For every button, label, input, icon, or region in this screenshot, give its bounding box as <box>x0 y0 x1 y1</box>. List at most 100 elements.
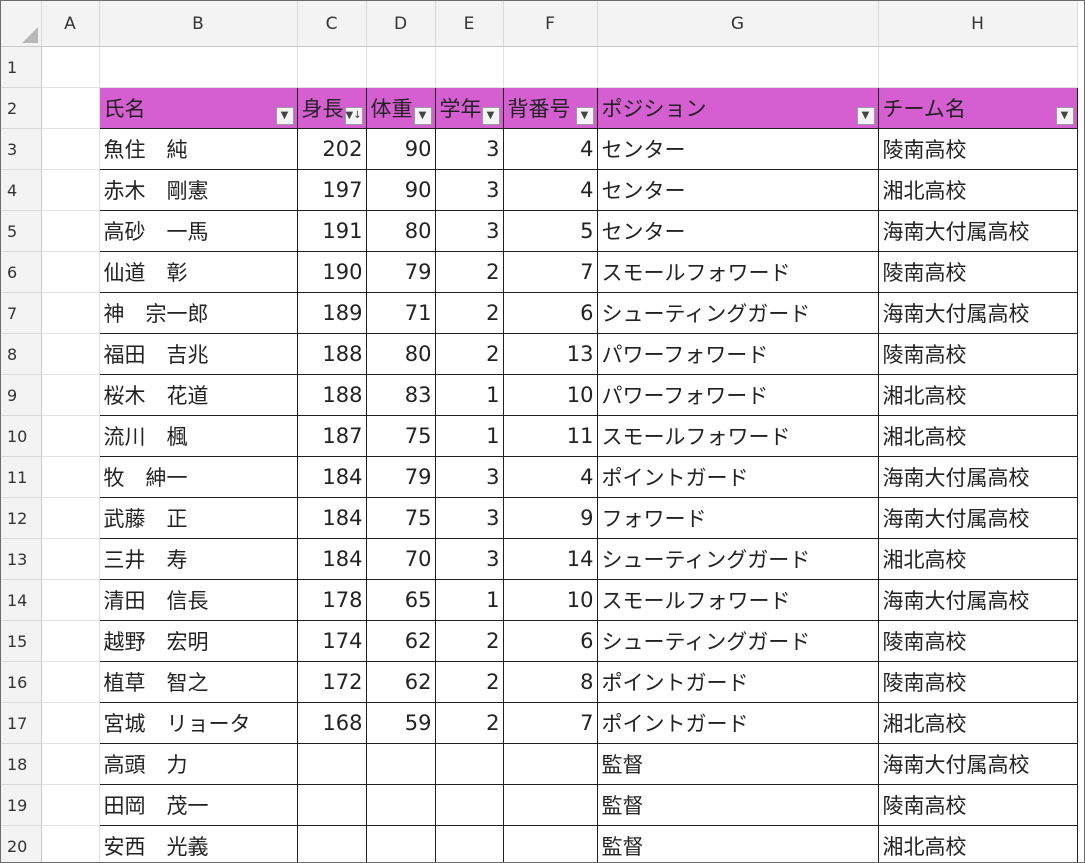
row-header[interactable]: 12 <box>1 497 42 539</box>
cell-name[interactable]: 田岡 茂一 <box>98 784 298 826</box>
cell-grade[interactable]: 3 <box>434 538 504 580</box>
row-header-1[interactable]: 1 <box>1 46 42 88</box>
filter-dropdown-icon[interactable]: ▼ <box>856 107 875 125</box>
cell-position[interactable]: スモールフォワード <box>596 415 879 457</box>
cell-column-a[interactable] <box>41 333 100 375</box>
cell-name[interactable]: 植草 智之 <box>98 661 298 703</box>
cell-name[interactable]: 高頭 力 <box>98 743 298 785</box>
filter-dropdown-icon[interactable]: ▼ <box>413 107 432 125</box>
filter-dropdown-icon[interactable]: ▼ <box>575 107 594 125</box>
cell-number[interactable]: 8 <box>502 661 598 703</box>
cell-column-a[interactable] <box>41 702 100 744</box>
filter-dropdown-icon[interactable]: ▼ <box>275 107 294 125</box>
cell-column-a[interactable] <box>41 169 100 211</box>
cell-position[interactable]: パワーフォワード <box>596 333 879 375</box>
cell-position[interactable]: 監督 <box>596 825 879 862</box>
column-header-a[interactable]: A <box>41 1 100 47</box>
cell-height[interactable]: 174 <box>296 620 367 662</box>
cell-column-a[interactable] <box>41 743 100 785</box>
cell-height[interactable]: 189 <box>296 292 367 334</box>
cell-position[interactable]: センター <box>596 169 879 211</box>
cell-team[interactable]: 湘北高校 <box>877 825 1078 862</box>
cell-number[interactable]: 6 <box>502 620 598 662</box>
cell-position[interactable]: フォワード <box>596 497 879 539</box>
cell-grade[interactable]: 3 <box>434 456 504 498</box>
cell-grade[interactable]: 2 <box>434 702 504 744</box>
cell-position[interactable]: シューティングガード <box>596 620 879 662</box>
cell-column-a[interactable] <box>41 456 100 498</box>
cell-weight[interactable] <box>365 743 436 785</box>
cell-team[interactable]: 陵南高校 <box>877 661 1078 703</box>
cell-column-a[interactable] <box>41 579 100 621</box>
header-cell-name[interactable]: 氏名 ▼ <box>98 87 298 129</box>
row-header[interactable]: 16 <box>1 661 42 703</box>
cell-team[interactable]: 湘北高校 <box>877 169 1078 211</box>
row-header[interactable]: 4 <box>1 169 42 211</box>
cell-weight[interactable]: 75 <box>365 415 436 457</box>
cell-height[interactable]: 191 <box>296 210 367 252</box>
cell-position[interactable]: 監督 <box>596 743 879 785</box>
cell-d1[interactable] <box>366 46 436 88</box>
column-header-e[interactable]: E <box>435 1 504 47</box>
cell-number[interactable]: 11 <box>502 415 598 457</box>
cell-grade[interactable]: 2 <box>434 251 504 293</box>
column-header-g[interactable]: G <box>597 1 879 47</box>
header-cell-height[interactable]: 身長 ▼↓ <box>296 87 367 129</box>
cell-height[interactable]: 184 <box>296 456 367 498</box>
cell-weight[interactable]: 80 <box>365 333 436 375</box>
cell-position[interactable]: スモールフォワード <box>596 579 879 621</box>
cell-column-a[interactable] <box>41 251 100 293</box>
cell-team[interactable]: 海南大付属高校 <box>877 292 1078 334</box>
cell-name[interactable]: 赤木 剛憲 <box>98 169 298 211</box>
cell-team[interactable]: 海南大付属高校 <box>877 497 1078 539</box>
cell-name[interactable]: 神 宗一郎 <box>98 292 298 334</box>
cell-weight[interactable]: 62 <box>365 620 436 662</box>
cell-name[interactable]: 武藤 正 <box>98 497 298 539</box>
cell-weight[interactable]: 71 <box>365 292 436 334</box>
cell-position[interactable]: 監督 <box>596 784 879 826</box>
cell-number[interactable]: 7 <box>502 251 598 293</box>
cell-grade[interactable]: 2 <box>434 333 504 375</box>
cell-team[interactable]: 海南大付属高校 <box>877 579 1078 621</box>
cell-height[interactable]: 188 <box>296 333 367 375</box>
cell-position[interactable]: センター <box>596 210 879 252</box>
cell-team[interactable]: 湘北高校 <box>877 415 1078 457</box>
cell-team[interactable]: 陵南高校 <box>877 620 1078 662</box>
cell-position[interactable]: シューティングガード <box>596 538 879 580</box>
cell-number[interactable] <box>502 784 598 826</box>
cell-column-a[interactable] <box>41 661 100 703</box>
row-header[interactable]: 7 <box>1 292 42 334</box>
cell-height[interactable]: 197 <box>296 169 367 211</box>
cell-name[interactable]: 清田 信長 <box>98 579 298 621</box>
cell-column-a[interactable] <box>41 784 100 826</box>
cell-column-a[interactable] <box>41 538 100 580</box>
cell-height[interactable] <box>296 784 367 826</box>
cell-weight[interactable]: 79 <box>365 456 436 498</box>
column-header-c[interactable]: C <box>297 1 367 47</box>
header-cell-number[interactable]: 背番号 ▼ <box>502 87 598 129</box>
cell-column-a[interactable] <box>41 128 100 170</box>
cell-grade[interactable] <box>434 743 504 785</box>
column-header-d[interactable]: D <box>366 1 436 47</box>
cell-e1[interactable] <box>435 46 504 88</box>
cell-position[interactable]: スモールフォワード <box>596 251 879 293</box>
cell-height[interactable] <box>296 825 367 862</box>
cell-position[interactable]: シューティングガード <box>596 292 879 334</box>
select-all-icon[interactable] <box>21 27 38 43</box>
cell-column-a[interactable] <box>41 292 100 334</box>
cell-team[interactable]: 湘北高校 <box>877 702 1078 744</box>
cell-weight[interactable]: 80 <box>365 210 436 252</box>
cell-a2[interactable] <box>41 87 100 129</box>
cell-height[interactable]: 172 <box>296 661 367 703</box>
cell-height[interactable]: 190 <box>296 251 367 293</box>
cell-grade[interactable]: 3 <box>434 169 504 211</box>
cell-team[interactable]: 陵南高校 <box>877 251 1078 293</box>
cell-team[interactable]: 湘北高校 <box>877 538 1078 580</box>
cell-weight[interactable]: 79 <box>365 251 436 293</box>
row-header[interactable]: 6 <box>1 251 42 293</box>
sort-descending-filter-icon[interactable]: ▼↓ <box>344 107 363 125</box>
cell-name[interactable]: 安西 光義 <box>98 825 298 862</box>
column-header-b[interactable]: B <box>99 1 298 47</box>
cell-position[interactable]: ポイントガード <box>596 702 879 744</box>
cell-team[interactable]: 湘北高校 <box>877 374 1078 416</box>
